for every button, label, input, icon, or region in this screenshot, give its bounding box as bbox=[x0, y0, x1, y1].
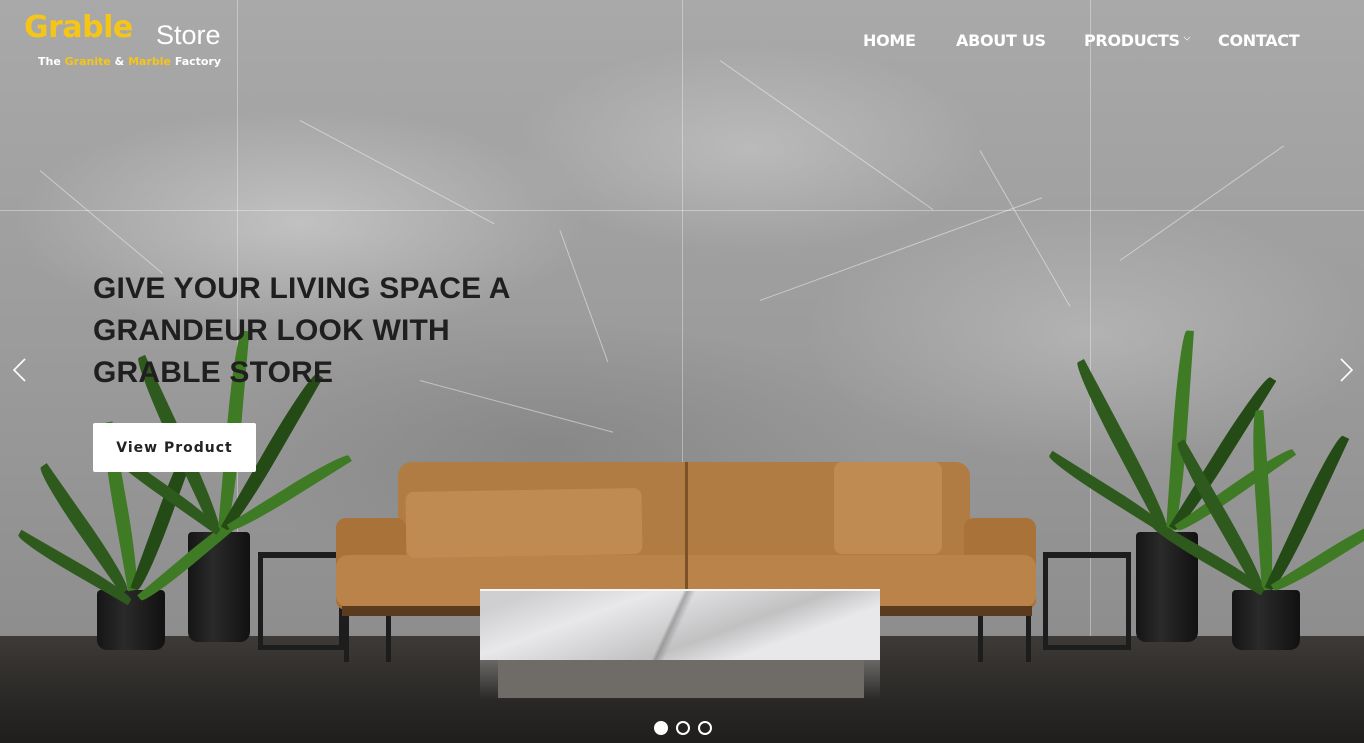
marble-vein bbox=[299, 120, 495, 225]
carousel-dot[interactable] bbox=[654, 721, 668, 735]
carousel-pagination bbox=[654, 721, 712, 735]
nav-about-us[interactable]: ABOUT US bbox=[956, 31, 1046, 50]
chevron-right-icon[interactable] bbox=[1332, 357, 1358, 383]
nav-products[interactable]: PRODUCTS bbox=[1084, 31, 1180, 50]
carousel-dot[interactable] bbox=[698, 721, 712, 735]
carousel-dot[interactable] bbox=[676, 721, 690, 735]
slide-headline: GIVE YOUR LIVING SPACE A GRANDEUR LOOK W… bbox=[93, 272, 510, 389]
wall-seam bbox=[0, 210, 1364, 211]
side-table bbox=[1043, 552, 1131, 650]
marble-vein bbox=[39, 170, 163, 274]
view-product-button[interactable]: View Product bbox=[93, 423, 256, 472]
marble-vein bbox=[559, 230, 609, 363]
wall-seam bbox=[1090, 0, 1091, 636]
hero-slider: Grable Store The Granite & Marble Factor… bbox=[0, 0, 1364, 743]
chevron-left-icon[interactable] bbox=[8, 357, 34, 383]
marble-vein bbox=[719, 60, 934, 211]
marble-vein bbox=[1119, 145, 1285, 261]
nav-contact[interactable]: CONTACT bbox=[1218, 31, 1300, 50]
logo-tagline: The Granite & Marble Factory bbox=[38, 55, 222, 68]
coffee-table-base bbox=[498, 660, 864, 698]
marble-vein bbox=[759, 197, 1043, 301]
marble-coffee-table bbox=[480, 589, 880, 660]
nav-home[interactable]: HOME bbox=[863, 31, 916, 50]
plant-pot bbox=[1232, 590, 1300, 650]
side-table bbox=[258, 552, 344, 650]
marble-vein bbox=[979, 150, 1071, 307]
main-nav: HOME ABOUT US PRODUCTS CONTACT bbox=[0, 31, 1364, 51]
